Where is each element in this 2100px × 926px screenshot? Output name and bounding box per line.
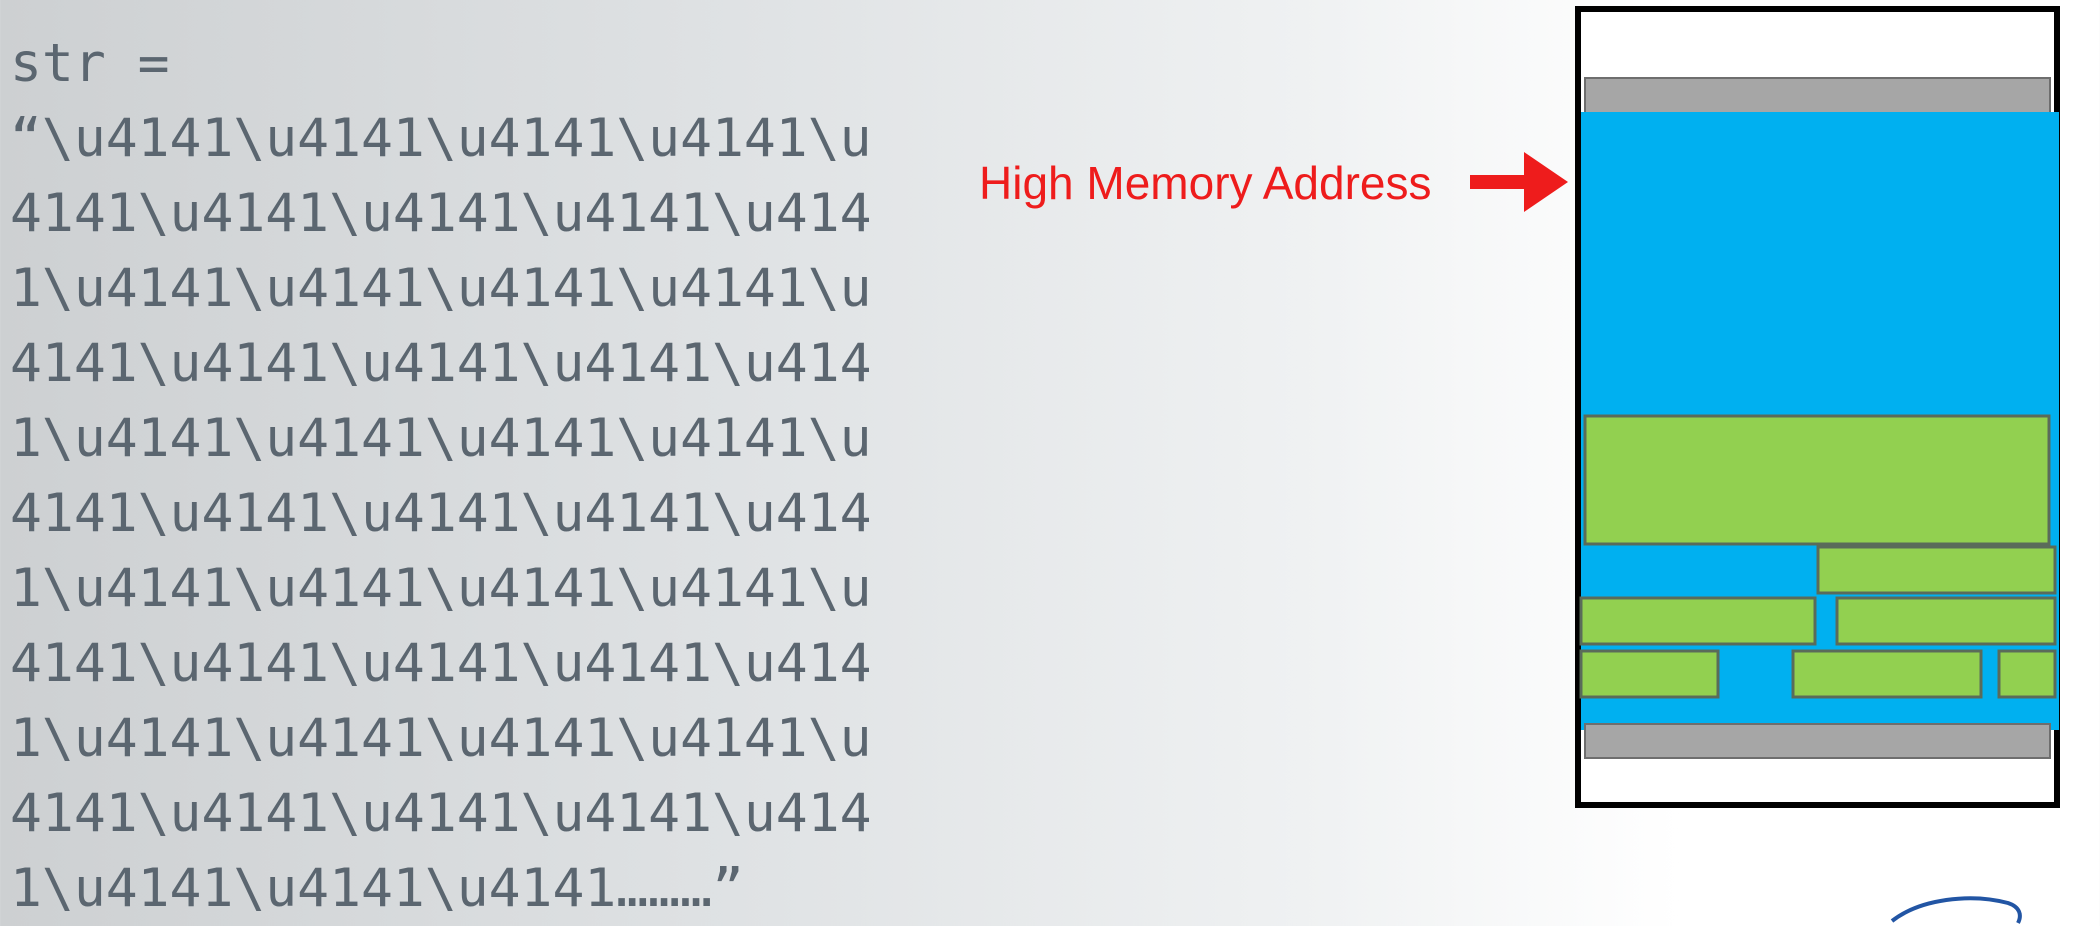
code-line: 4141\u4141\u4141\u4141\u414 (10, 483, 872, 544)
right-arrow-icon (1470, 152, 1568, 212)
memory-footer-block (1584, 723, 2051, 759)
code-line: 1\u4141\u4141\u4141\u4141\u (10, 258, 872, 319)
code-line: str = (10, 33, 170, 94)
code-line: 4141\u4141\u4141\u4141\u414 (10, 633, 872, 694)
code-line: 4141\u4141\u4141\u4141\u414 (10, 183, 872, 244)
swoosh-logo-icon (1890, 896, 2022, 924)
high-memory-address-label: High Memory Address (979, 157, 1432, 209)
memory-layout-diagram (1575, 6, 2060, 808)
memory-chunk (1579, 649, 1720, 699)
code-line: 4141\u4141\u4141\u4141\u414 (10, 783, 872, 844)
code-line: 1\u4141\u4141\u4141………” (10, 858, 744, 919)
code-line: 4141\u4141\u4141\u4141\u414 (10, 333, 872, 394)
code-line: 1\u4141\u4141\u4141\u4141\u (10, 558, 872, 619)
code-line: 1\u4141\u4141\u4141\u4141\u (10, 408, 872, 469)
code-line: 1\u4141\u4141\u4141\u4141\u (10, 708, 872, 769)
memory-chunk (1791, 649, 1983, 699)
memory-chunk (1997, 649, 2057, 699)
memory-chunk (1816, 545, 2057, 595)
memory-chunk-large (1583, 414, 2051, 546)
code-snippet: str = “\u4141\u4141\u4141\u4141\u 4141\u… (10, 26, 872, 926)
memory-chunk (1579, 596, 1817, 646)
code-line: “\u4141\u4141\u4141\u4141\u (10, 108, 872, 169)
memory-chunk (1835, 596, 2057, 646)
